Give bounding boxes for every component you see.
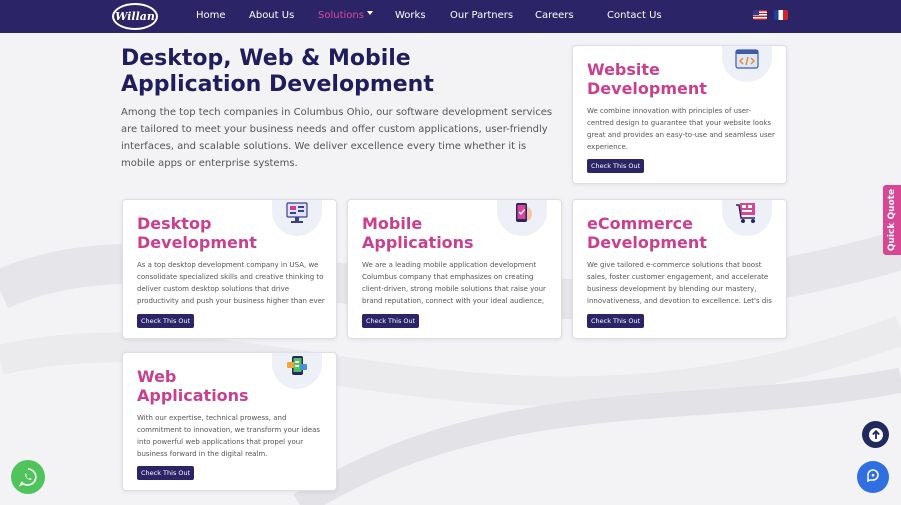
check-this-out-button[interactable]: Check This Out — [137, 314, 195, 328]
check-this-out-button[interactable]: Check This Out — [587, 314, 645, 328]
card-web-applications: Web Applications With our expertise, tec… — [122, 352, 337, 491]
nav-home[interactable]: Home — [196, 10, 226, 21]
card-ecommerce-development: eCommerce Development We give tailored e… — [572, 199, 787, 339]
whatsapp-chat-button[interactable] — [11, 460, 45, 494]
card-description: We combine innovation with principles of… — [587, 107, 775, 151]
mobile-phone-icon — [497, 200, 547, 236]
page-title: Desktop, Web & Mobile Application Develo… — [121, 46, 434, 97]
card-mobile-applications: Mobile Applications We are a leading mob… — [347, 199, 562, 339]
card-description: With our expertise, technical prowess, a… — [137, 414, 321, 458]
check-this-out-button[interactable]: Check This Out — [362, 314, 420, 328]
scroll-to-top-button[interactable] — [862, 421, 889, 448]
card-title: Desktop Development — [137, 214, 257, 252]
hero-description: Among the top tech companies in Columbus… — [121, 107, 553, 169]
check-this-out-button[interactable]: Check This Out — [137, 466, 195, 480]
nav-about-us[interactable]: About Us — [249, 10, 294, 21]
nav-solutions[interactable]: Solutions — [318, 10, 364, 21]
shopping-cart-icon — [722, 200, 772, 236]
card-title: Web Applications — [137, 367, 249, 405]
nav-our-partners[interactable]: Our Partners — [450, 10, 513, 21]
card-title: Mobile Applications — [362, 214, 474, 252]
chat-support-button[interactable] — [857, 461, 889, 493]
card-title: eCommerce Development — [587, 214, 707, 252]
desktop-monitor-icon — [272, 200, 322, 236]
card-website-development: Website Development We combine innovatio… — [572, 45, 787, 184]
company-logo[interactable]: Willan — [112, 3, 158, 30]
chat-bubble-icon — [867, 469, 879, 483]
quick-quote-label: Quick Quote — [887, 188, 897, 252]
nav-careers[interactable]: Careers — [535, 10, 574, 21]
card-description: We are a leading mobile application deve… — [362, 261, 546, 305]
card-desktop-development: Desktop Development As a top desktop dev… — [122, 199, 337, 339]
card-title: Website Development — [587, 60, 707, 98]
quick-quote-tab[interactable]: Quick Quote — [883, 185, 901, 255]
fr-flag-icon[interactable] — [774, 10, 788, 20]
code-window-icon — [722, 46, 772, 82]
nav-contact-us[interactable]: Contact Us — [607, 10, 662, 21]
web-app-icon — [272, 353, 322, 389]
card-description: As a top desktop development company in … — [137, 261, 325, 305]
check-this-out-button[interactable]: Check This Out — [587, 159, 645, 173]
arrow-up-icon — [868, 427, 883, 442]
whatsapp-icon — [18, 468, 37, 487]
top-navbar: Willan Home About Us Solutions Works Our… — [0, 0, 901, 33]
card-description: We give tailored e-commerce solutions th… — [587, 261, 772, 305]
nav-works[interactable]: Works — [395, 10, 426, 21]
chevron-down-icon[interactable] — [367, 11, 373, 15]
us-flag-icon[interactable] — [753, 10, 767, 20]
